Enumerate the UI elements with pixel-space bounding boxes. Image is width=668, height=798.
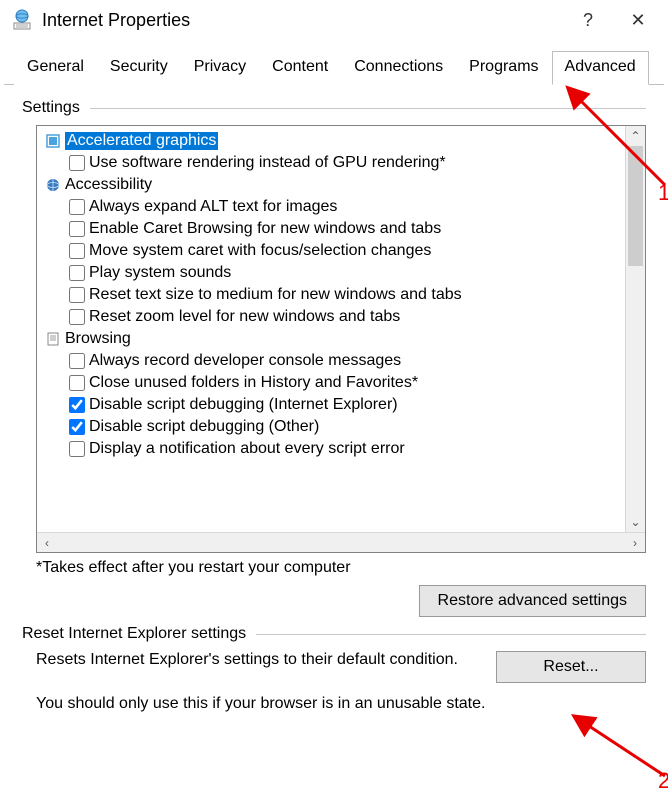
tab-programs[interactable]: Programs (456, 51, 551, 85)
tree-group-label: Browsing (65, 330, 131, 348)
annotation-label-1: 1 (658, 180, 668, 206)
tree-item-checkbox[interactable] (69, 221, 85, 237)
tree-item-checkbox[interactable] (69, 243, 85, 259)
reset-row: Resets Internet Explorer's settings to t… (36, 651, 646, 683)
tab-general[interactable]: General (14, 51, 97, 85)
tree-item-checkbox[interactable] (69, 397, 85, 413)
page-icon (45, 331, 61, 347)
settings-tree: Accelerated graphics Use software renderi… (36, 125, 646, 553)
annotation-label-2: 2 (658, 768, 668, 794)
scroll-track-h[interactable] (57, 533, 625, 552)
horizontal-scrollbar[interactable]: ‹ › (37, 532, 645, 552)
tab-security[interactable]: Security (97, 51, 181, 85)
reset-button[interactable]: Reset... (496, 651, 646, 683)
restart-note: *Takes effect after you restart your com… (36, 559, 646, 577)
settings-group-title: Settings (22, 99, 80, 117)
tree-item[interactable]: Enable Caret Browsing for new windows an… (41, 218, 621, 240)
tree-item[interactable]: Move system caret with focus/selection c… (41, 240, 621, 262)
divider (90, 108, 646, 109)
scroll-track[interactable] (626, 146, 645, 512)
scroll-up-arrow[interactable]: ⌃ (626, 126, 645, 146)
app-icon (10, 8, 34, 32)
reset-group-title: Reset Internet Explorer settings (22, 625, 246, 643)
titlebar: Internet Properties ? ✕ (0, 0, 668, 44)
tree-item-checkbox[interactable] (69, 353, 85, 369)
tree-group[interactable]: Accelerated graphics (41, 130, 621, 152)
tree-item[interactable]: Play system sounds (41, 262, 621, 284)
tree-item[interactable]: Reset text size to medium for new window… (41, 284, 621, 306)
restore-advanced-button[interactable]: Restore advanced settings (419, 585, 646, 617)
vertical-scrollbar[interactable]: ⌃ ⌄ (625, 126, 645, 532)
settings-group-header: Settings (22, 99, 646, 117)
tree-item-label: Move system caret with focus/selection c… (89, 242, 431, 260)
help-button[interactable]: ? (568, 10, 608, 31)
window-title: Internet Properties (42, 10, 568, 31)
reset-group-header: Reset Internet Explorer settings (22, 625, 646, 643)
tree-item-label: Always expand ALT text for images (89, 198, 337, 216)
settings-tree-content: Accelerated graphics Use software renderi… (37, 126, 625, 532)
tree-item-checkbox[interactable] (69, 441, 85, 457)
tree-group[interactable]: Browsing (41, 328, 621, 350)
tree-item[interactable]: Disable script debugging (Other) (41, 416, 621, 438)
tree-item-checkbox[interactable] (69, 419, 85, 435)
tree-item[interactable]: Display a notification about every scrip… (41, 438, 621, 460)
tree-item-checkbox[interactable] (69, 287, 85, 303)
tab-advanced[interactable]: Advanced (552, 51, 649, 85)
scroll-down-arrow[interactable]: ⌄ (626, 512, 645, 532)
tree-item-label: Use software rendering instead of GPU re… (89, 154, 446, 172)
tree-group-label: Accelerated graphics (65, 132, 218, 150)
scroll-right-arrow[interactable]: › (625, 533, 645, 552)
scroll-left-arrow[interactable]: ‹ (37, 533, 57, 552)
tree-item[interactable]: Use software rendering instead of GPU re… (41, 152, 621, 174)
tree-item[interactable]: Close unused folders in History and Favo… (41, 372, 621, 394)
tab-privacy[interactable]: Privacy (181, 51, 259, 85)
tree-item[interactable]: Disable script debugging (Internet Explo… (41, 394, 621, 416)
tree-item-label: Disable script debugging (Internet Explo… (89, 396, 398, 414)
square-icon (45, 133, 61, 149)
tree-item-label: Display a notification about every scrip… (89, 440, 405, 458)
tree-item-checkbox[interactable] (69, 199, 85, 215)
tree-item-checkbox[interactable] (69, 155, 85, 171)
tree-item-label: Reset zoom level for new windows and tab… (89, 308, 400, 326)
tree-item-label: Disable script debugging (Other) (89, 418, 319, 436)
tab-connections[interactable]: Connections (341, 51, 456, 85)
globe-icon (45, 177, 61, 193)
close-button[interactable]: ✕ (618, 10, 658, 31)
tree-item-label: Always record developer console messages (89, 352, 401, 370)
tab-strip: GeneralSecurityPrivacyContentConnections… (4, 50, 664, 85)
tab-content[interactable]: Content (259, 51, 341, 85)
tree-item[interactable]: Always expand ALT text for images (41, 196, 621, 218)
divider (256, 634, 646, 635)
tree-item-label: Play system sounds (89, 264, 231, 282)
reset-warning: You should only use this if your browser… (36, 695, 646, 713)
reset-description: Resets Internet Explorer's settings to t… (36, 651, 496, 669)
annotation-arrow-2 (580, 718, 668, 792)
tree-item-checkbox[interactable] (69, 375, 85, 391)
tree-item[interactable]: Reset zoom level for new windows and tab… (41, 306, 621, 328)
tree-item[interactable]: Always record developer console messages (41, 350, 621, 372)
tree-item-label: Reset text size to medium for new window… (89, 286, 462, 304)
scroll-thumb[interactable] (628, 146, 643, 266)
tree-item-label: Enable Caret Browsing for new windows an… (89, 220, 441, 238)
tree-group[interactable]: Accessibility (41, 174, 621, 196)
tree-item-label: Close unused folders in History and Favo… (89, 374, 418, 392)
advanced-panel: Settings Accelerated graphics Use softwar… (0, 85, 668, 723)
tree-group-label: Accessibility (65, 176, 152, 194)
tree-item-checkbox[interactable] (69, 265, 85, 281)
tree-item-checkbox[interactable] (69, 309, 85, 325)
